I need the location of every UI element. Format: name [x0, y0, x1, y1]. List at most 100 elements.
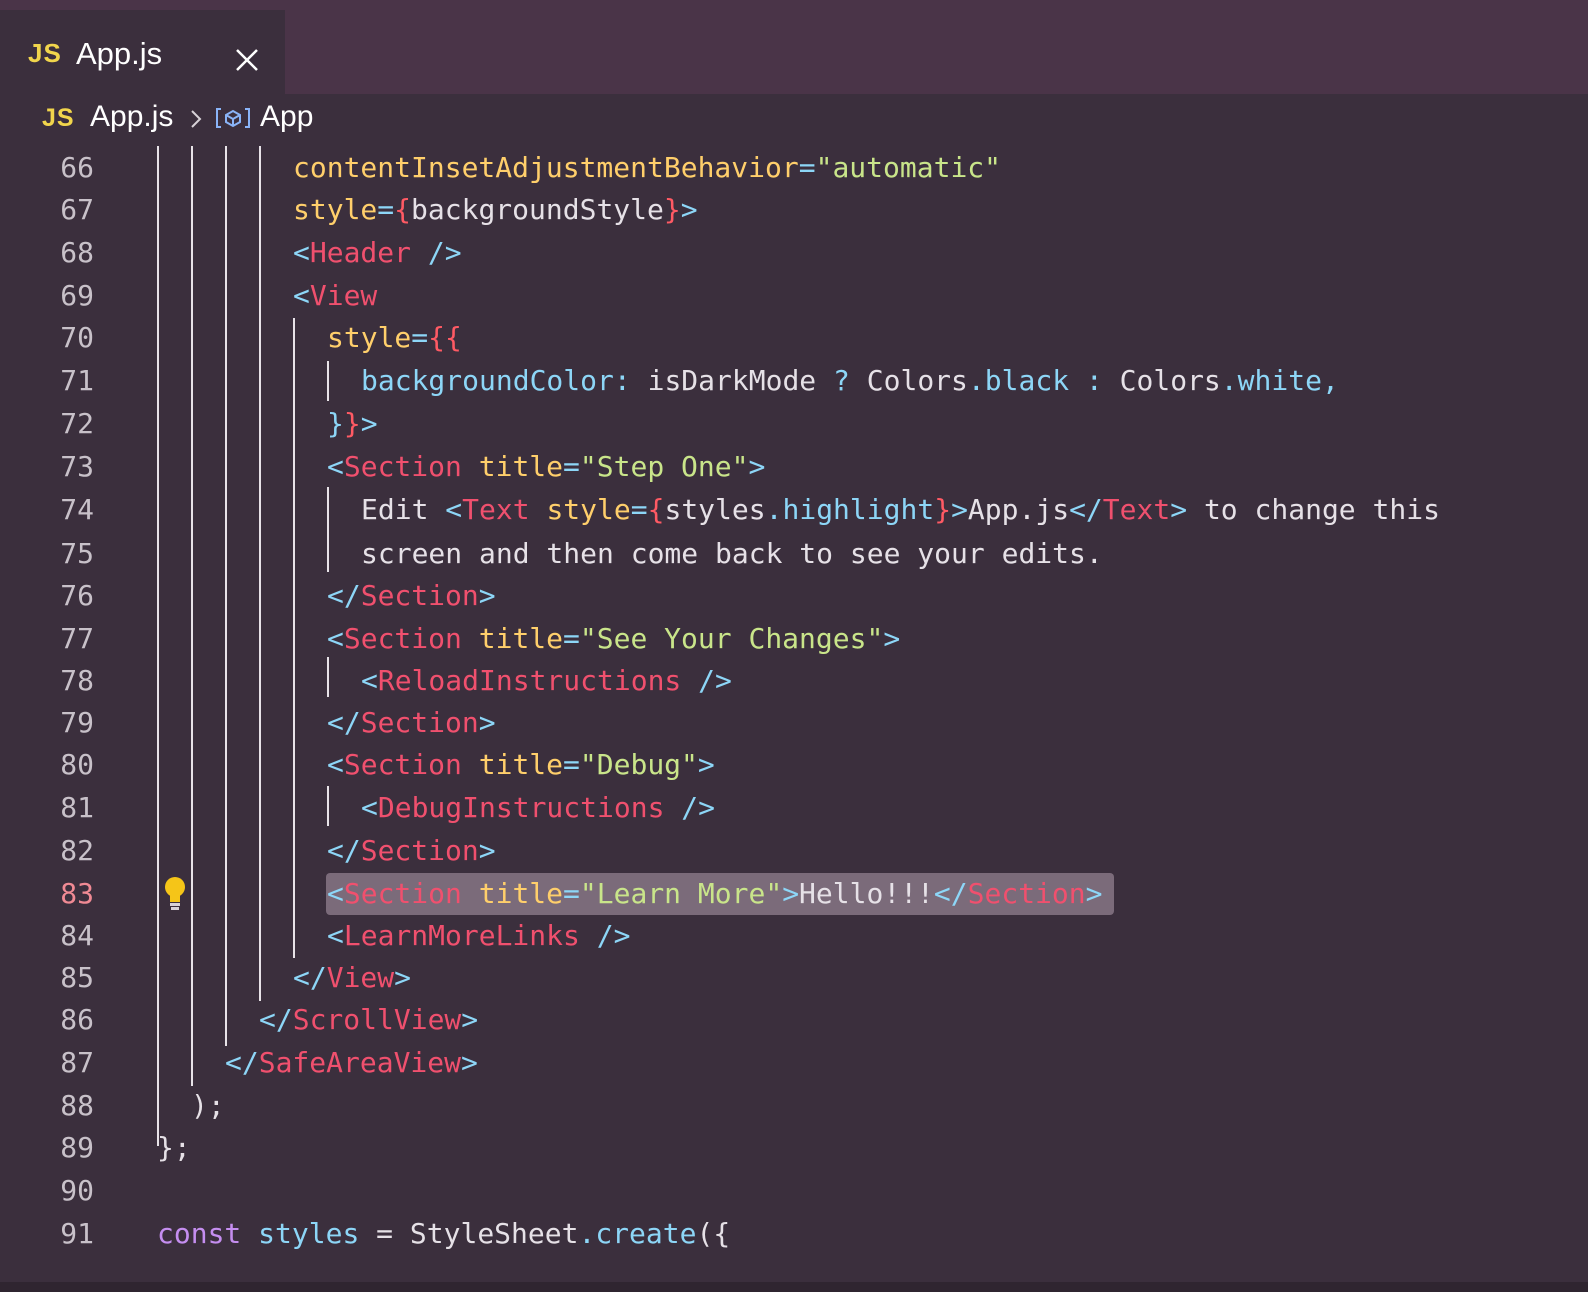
code-token: style [327, 321, 412, 354]
code-line[interactable]: 67 style={backgroundStyle}> [0, 188, 1588, 231]
code-token: </ [293, 961, 327, 994]
code-token: ); [191, 1089, 225, 1122]
code-token: /> [596, 919, 631, 952]
code-line[interactable]: 80 <Section title="Debug"> [0, 743, 1588, 786]
code-line[interactable]: 76 </Section> [0, 574, 1588, 617]
code-token: DebugInstructions [377, 791, 665, 824]
breadcrumb-file[interactable]: App.js [90, 100, 173, 134]
code-token: . [1220, 364, 1238, 397]
code-token: { [647, 493, 665, 526]
code-text: <View [293, 274, 377, 317]
line-number: 89 [60, 1131, 94, 1164]
tab-app-js[interactable]: JS App.js [0, 10, 285, 94]
code-token: > [478, 579, 496, 612]
code-token: < [293, 236, 310, 269]
code-token: "See Your Changes" [579, 622, 884, 655]
code-token: contentInsetAdjustmentBehavior [293, 151, 799, 184]
code-token: </ [327, 834, 361, 867]
code-token: {{ [428, 321, 462, 354]
code-token: } [934, 493, 952, 526]
code-token: backgroundColor [361, 364, 614, 397]
code-line[interactable]: 82 </Section> [0, 829, 1588, 872]
code-line[interactable]: 90 [0, 1169, 1588, 1212]
code-line[interactable]: 81 <DebugInstructions /> [0, 786, 1588, 829]
code-token: </ [327, 579, 361, 612]
code-token: Section [343, 877, 462, 910]
code-text: style={{ [327, 316, 462, 359]
code-line[interactable]: 77 <Section title="See Your Changes"> [0, 617, 1588, 660]
code-token: SafeAreaView [258, 1046, 462, 1079]
code-token: = [563, 748, 580, 781]
code-line[interactable]: 83 <Section title="Learn More">Hello!!!</… [0, 872, 1588, 915]
line-number: 88 [60, 1089, 94, 1122]
code-token: < [327, 919, 344, 952]
code-line[interactable]: 84 <LearnMoreLinks /> [0, 914, 1588, 957]
code-token: style [546, 493, 631, 526]
code-line[interactable]: 78 <ReloadInstructions /> [0, 659, 1588, 702]
code-token: isDarkMode [647, 364, 817, 397]
code-token: { [394, 193, 412, 226]
code-token: ? [816, 364, 867, 397]
code-token: Hello!!! [799, 877, 934, 910]
code-token: < [361, 664, 378, 697]
code-token: Section [343, 450, 462, 483]
line-number: 78 [60, 664, 94, 697]
js-file-icon: JS [42, 104, 75, 132]
code-token: Colors [1119, 364, 1221, 397]
code-text: <LearnMoreLinks /> [327, 914, 630, 957]
code-line[interactable]: 89}; [0, 1126, 1588, 1169]
code-token: </ [327, 706, 361, 739]
code-line[interactable]: 86 </ScrollView> [0, 998, 1588, 1041]
code-token: . [967, 364, 985, 397]
code-editor[interactable]: 66 contentInsetAdjustmentBehavior="automa… [0, 146, 1588, 1292]
symbol-variable-icon [216, 108, 250, 128]
line-number: 79 [60, 706, 94, 739]
js-file-icon: JS [28, 38, 62, 68]
code-token: > [782, 877, 800, 910]
line-number: 84 [60, 919, 94, 952]
code-line[interactable]: 70 style={{ [0, 316, 1588, 359]
line-number: 77 [60, 622, 94, 655]
code-token: Edit [361, 493, 446, 526]
horizontal-scrollbar[interactable] [0, 1282, 1588, 1292]
code-token: > [478, 834, 496, 867]
code-line[interactable]: 72}}> [0, 402, 1588, 445]
code-line[interactable]: 88); [0, 1084, 1588, 1127]
line-number: 68 [60, 236, 94, 269]
code-line[interactable]: 73 <Section title="Step One"> [0, 445, 1588, 488]
code-token: , [1321, 364, 1339, 397]
line-number: 74 [60, 493, 94, 526]
line-number: 91 [60, 1217, 94, 1250]
code-token: < [445, 493, 463, 526]
code-line[interactable]: 68 <Header /> [0, 231, 1588, 274]
code-token: Header [309, 236, 412, 269]
code-line[interactable]: 87 </SafeAreaView> [0, 1041, 1588, 1084]
code-token: ({ [696, 1217, 731, 1250]
code-token: </ [225, 1046, 259, 1079]
code-line[interactable]: 71 backgroundColor: isDarkMode ? Colors.b… [0, 359, 1588, 402]
code-line[interactable]: 75 screen and then come back to see your … [0, 532, 1588, 575]
line-number: 75 [60, 537, 94, 570]
code-line[interactable]: 85 </View> [0, 956, 1588, 999]
breadcrumb: JS App.js App [0, 94, 1588, 146]
code-line[interactable]: 79 </Section> [0, 701, 1588, 744]
line-number: 80 [60, 748, 94, 781]
line-number: 69 [60, 279, 94, 312]
code-token: </ [1069, 493, 1103, 526]
code-token: Section [343, 748, 462, 781]
code-text: }}> [327, 402, 378, 445]
code-token: = [359, 1217, 410, 1250]
code-line[interactable]: 74 Edit <Text style={styles.highlight}>Ap… [0, 488, 1588, 531]
code-line[interactable]: 66 contentInsetAdjustmentBehavior="automa… [0, 146, 1588, 189]
code-token: . [578, 1217, 596, 1250]
code-token: /> [698, 664, 732, 697]
code-line[interactable]: 69 <View [0, 274, 1588, 317]
code-line[interactable]: 91 const styles = StyleSheet.create({ [0, 1212, 1588, 1255]
code-token: > [1170, 493, 1188, 526]
close-icon[interactable] [233, 46, 261, 74]
code-token: = [563, 450, 580, 483]
tab-label: App.js [76, 36, 163, 71]
breadcrumb-symbol[interactable]: App [260, 100, 313, 134]
code-token: = [377, 193, 395, 226]
